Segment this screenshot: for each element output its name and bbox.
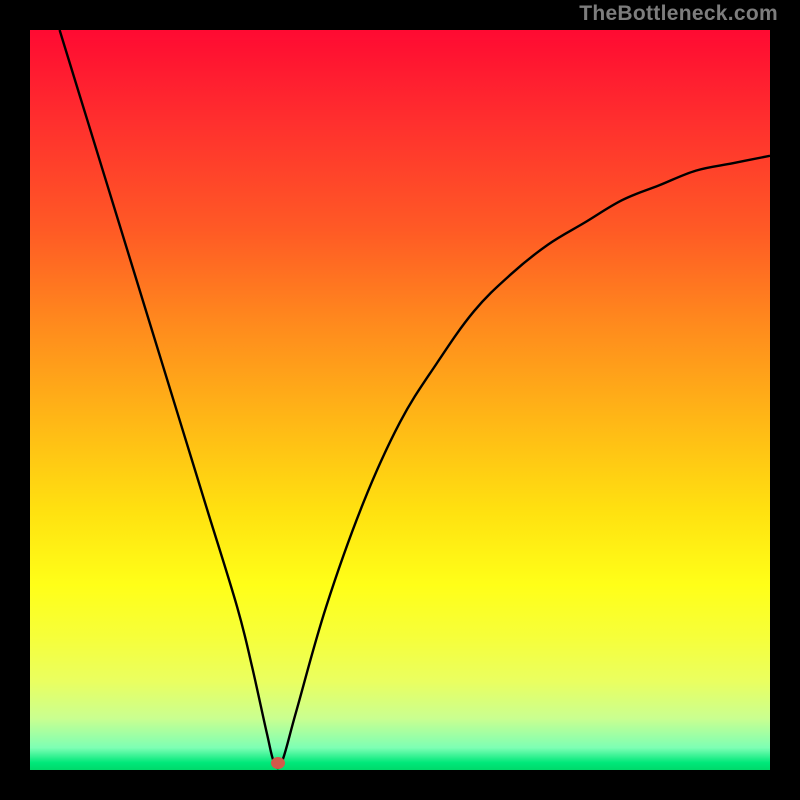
chart-frame: TheBottleneck.com	[0, 0, 800, 800]
optimal-point-marker	[271, 757, 285, 769]
plot-area	[30, 30, 770, 770]
watermark-text: TheBottleneck.com	[579, 2, 778, 26]
bottleneck-curve	[30, 30, 770, 770]
